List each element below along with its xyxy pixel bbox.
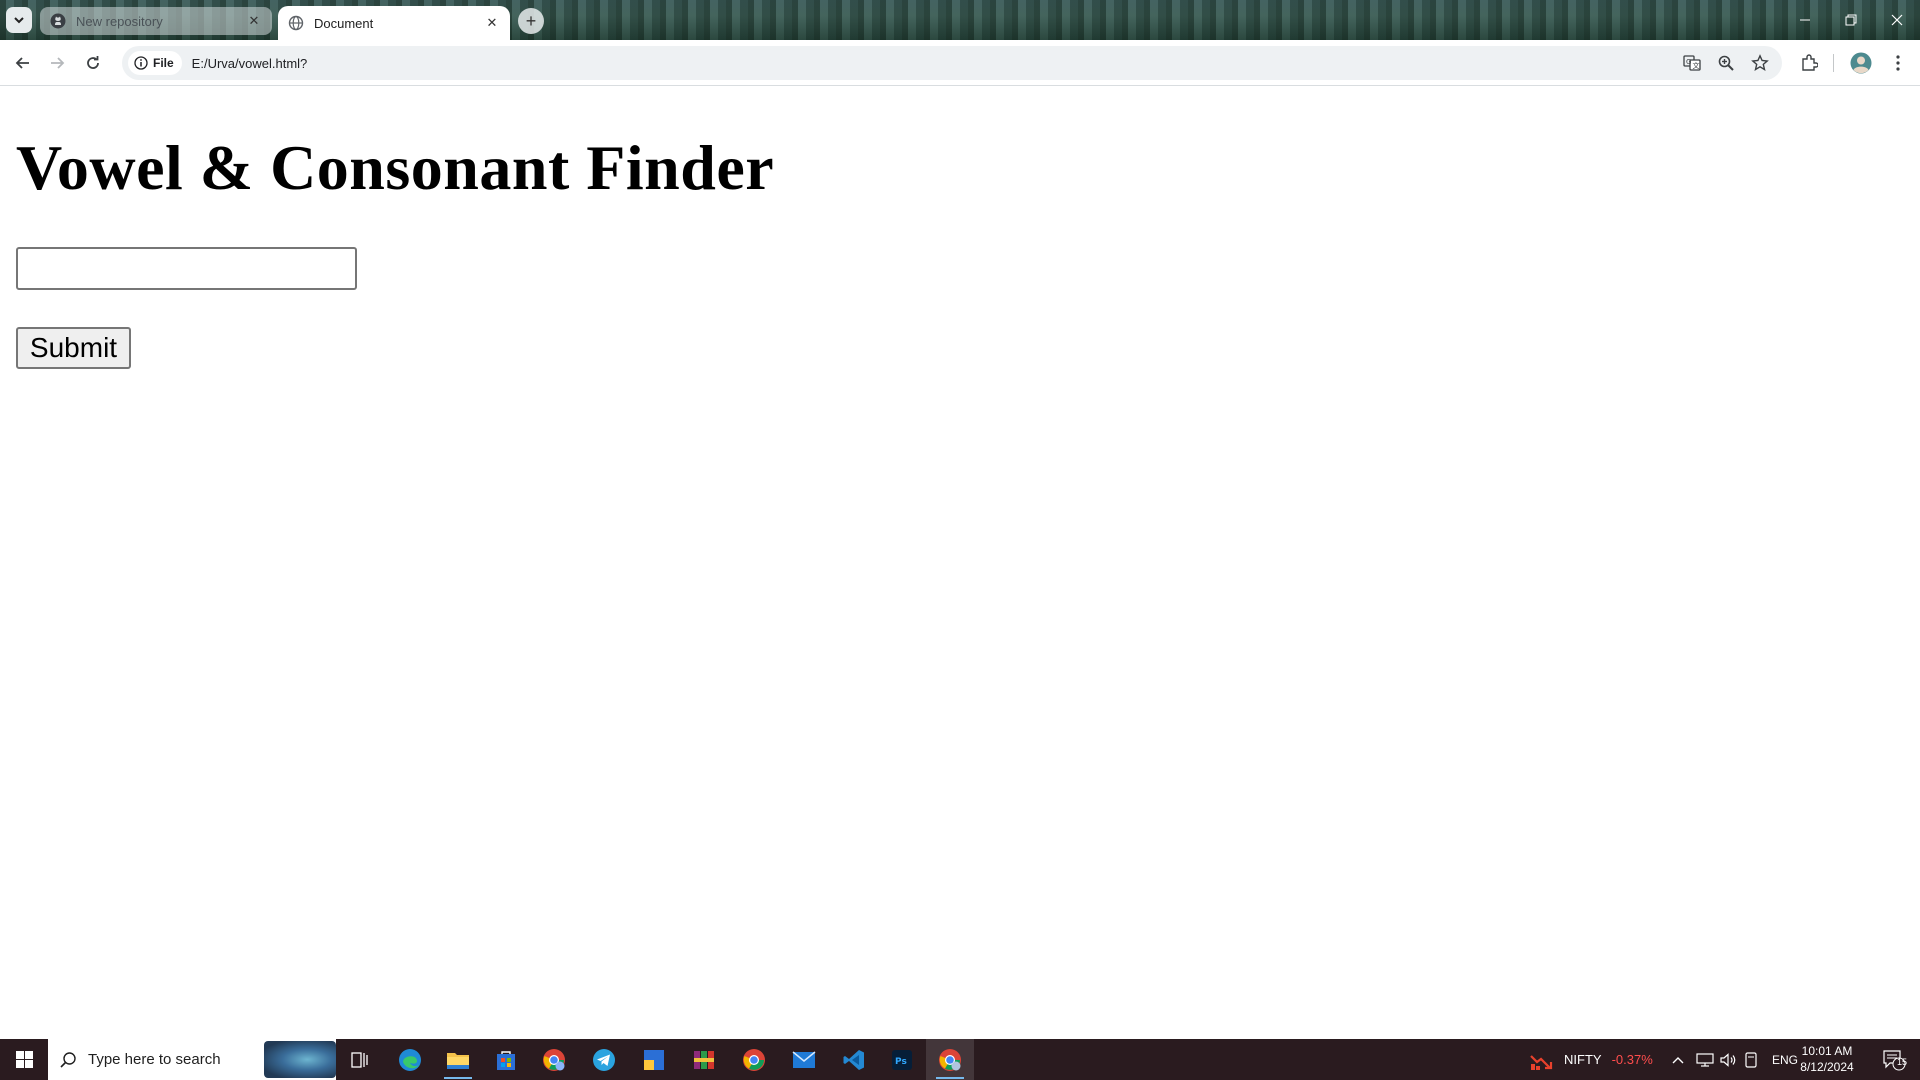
app-icon xyxy=(644,1049,664,1070)
edge-icon xyxy=(399,1048,421,1071)
tab-document[interactable]: Document ✕ xyxy=(278,6,510,40)
winrar-icon xyxy=(694,1050,714,1069)
github-icon xyxy=(50,13,66,29)
file-explorer-icon xyxy=(447,1052,469,1069)
store-icon xyxy=(497,1050,515,1070)
page-viewport: Vowel & Consonant Finder Submit xyxy=(0,87,1920,1039)
close-icon[interactable]: ✕ xyxy=(482,13,502,33)
address-bar[interactable]: File E:/Urva/vowel.html? G文 xyxy=(122,46,1782,80)
mail-icon xyxy=(792,1050,816,1068)
notification-count: 15 xyxy=(1896,1057,1907,1067)
svg-text:G: G xyxy=(1686,58,1691,66)
chevron-down-icon xyxy=(14,17,24,24)
submit-button[interactable]: Submit xyxy=(16,327,131,369)
search-placeholder: Type here to search xyxy=(88,1051,221,1068)
plus-icon: + xyxy=(525,10,537,31)
close-icon xyxy=(1891,14,1903,26)
site-info-chip[interactable]: File xyxy=(128,51,182,75)
taskbar-chrome-active[interactable] xyxy=(926,1039,974,1080)
tab-title: New repository xyxy=(76,13,163,29)
windows-logo-icon xyxy=(15,1051,33,1068)
device-status[interactable] xyxy=(1744,1039,1758,1080)
photoshop-icon: Ps xyxy=(892,1049,912,1070)
stock-change: -0.37% xyxy=(1611,1052,1653,1067)
info-icon xyxy=(134,56,148,70)
back-button[interactable] xyxy=(8,48,38,78)
device-icon xyxy=(1745,1051,1757,1068)
new-tab-button[interactable]: + xyxy=(518,8,544,34)
taskbar-vscode[interactable] xyxy=(830,1039,878,1080)
taskbar-chrome[interactable] xyxy=(730,1039,778,1080)
chevron-up-icon xyxy=(1672,1056,1684,1063)
clock-date: 8/12/2024 xyxy=(1800,1060,1854,1074)
close-icon[interactable]: ✕ xyxy=(244,11,264,31)
svg-text:Ps: Ps xyxy=(895,1057,907,1067)
zoom-icon[interactable] xyxy=(1714,51,1738,75)
taskbar-chrome-profile[interactable] xyxy=(530,1039,578,1080)
volume-control[interactable] xyxy=(1720,1039,1738,1080)
close-window-button[interactable] xyxy=(1874,0,1920,40)
translate-icon[interactable]: G文 xyxy=(1680,51,1704,75)
tab-title: Document xyxy=(314,15,374,31)
vscode-icon xyxy=(843,1049,864,1070)
browser-tab-strip: New repository ✕ Document ✕ + xyxy=(0,0,1920,40)
stock-name: NIFTY xyxy=(1564,1052,1602,1067)
taskbar-store[interactable] xyxy=(482,1039,530,1080)
text-input[interactable] xyxy=(16,247,357,290)
chrome-profile-icon xyxy=(543,1048,565,1071)
globe-icon xyxy=(288,15,304,31)
windows-taskbar: Type here to search Ps NIFTY -0.37% ENG … xyxy=(0,1039,1920,1080)
system-clock[interactable]: 10:01 AM 8/12/2024 xyxy=(1792,1043,1862,1075)
extensions-button[interactable] xyxy=(1794,48,1824,78)
puzzle-icon xyxy=(1802,54,1818,71)
task-view-button[interactable] xyxy=(336,1039,384,1080)
arrow-left-icon xyxy=(15,57,29,69)
bookmark-star-icon[interactable] xyxy=(1748,51,1772,75)
tab-new-repository[interactable]: New repository ✕ xyxy=(40,7,272,35)
minimize-icon xyxy=(1800,19,1810,21)
minimize-button[interactable] xyxy=(1782,0,1828,40)
search-icon xyxy=(60,1052,76,1068)
svg-text:文: 文 xyxy=(1693,61,1700,70)
show-hidden-icons-button[interactable] xyxy=(1672,1039,1684,1080)
page-title: Vowel & Consonant Finder xyxy=(16,132,775,203)
taskbar-app[interactable] xyxy=(630,1039,678,1080)
taskbar-mail[interactable] xyxy=(780,1039,828,1080)
chip-label: File xyxy=(153,56,174,70)
taskbar-search-box[interactable]: Type here to search xyxy=(48,1039,336,1080)
reload-button[interactable] xyxy=(78,48,108,78)
telegram-icon xyxy=(593,1048,615,1071)
taskbar-edge[interactable] xyxy=(386,1039,434,1080)
notification-center-button[interactable]: 15 xyxy=(1872,1039,1916,1080)
taskbar-telegram[interactable] xyxy=(580,1039,628,1080)
stock-widget[interactable]: NIFTY -0.37% xyxy=(1530,1039,1653,1080)
stock-chart-icon xyxy=(1530,1054,1553,1070)
search-highlight-image xyxy=(264,1041,336,1078)
tab-search-button[interactable] xyxy=(6,7,32,33)
url-text[interactable]: E:/Urva/vowel.html? xyxy=(192,56,308,71)
kebab-menu-icon xyxy=(1896,55,1900,71)
chrome-active-icon xyxy=(939,1048,961,1071)
network-status[interactable] xyxy=(1696,1039,1714,1080)
forward-button[interactable] xyxy=(42,48,72,78)
speaker-icon xyxy=(1720,1052,1736,1067)
restore-button[interactable] xyxy=(1828,0,1874,40)
taskbar-file-explorer[interactable] xyxy=(434,1039,482,1080)
task-view-icon xyxy=(351,1051,368,1068)
reload-icon xyxy=(87,56,99,69)
chrome-icon xyxy=(743,1048,765,1071)
profile-avatar[interactable] xyxy=(1846,48,1876,78)
taskbar-winrar[interactable] xyxy=(680,1039,728,1080)
avatar-icon xyxy=(1850,52,1872,74)
restore-icon xyxy=(1845,14,1857,26)
arrow-right-icon xyxy=(51,57,65,69)
clock-time: 10:01 AM xyxy=(1801,1044,1853,1058)
browser-menu-button[interactable] xyxy=(1884,48,1912,78)
taskbar-photoshop[interactable]: Ps xyxy=(878,1039,926,1080)
start-button[interactable] xyxy=(0,1039,48,1080)
network-icon xyxy=(1696,1052,1714,1067)
toolbar-divider xyxy=(1832,48,1834,78)
browser-toolbar: File E:/Urva/vowel.html? G文 xyxy=(0,40,1920,86)
